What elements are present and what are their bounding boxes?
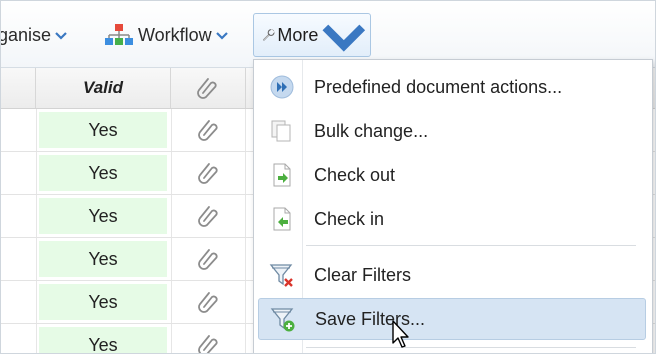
column-header-valid-label: Valid [83, 78, 123, 97]
paperclip-icon [197, 292, 218, 313]
paperclip-icon [197, 206, 218, 227]
paperclip-icon [197, 335, 218, 353]
workflow-icon [105, 24, 133, 45]
attachment-cell[interactable] [171, 152, 246, 194]
paperclip-icon [197, 78, 217, 99]
workflow-menu-button[interactable]: Workflow [104, 21, 229, 49]
save-filter-icon [270, 308, 295, 332]
valid-cell: Yes [39, 112, 167, 148]
row-selector[interactable] [1, 238, 37, 280]
paperclip-icon [197, 249, 218, 270]
menu-divider [306, 245, 636, 246]
more-dropdown-menu: Predefined document actions... Bulk chan… [253, 59, 653, 353]
more-label: More [277, 24, 319, 45]
valid-cell: Yes [39, 284, 167, 320]
menu-item-predefined-document-actions[interactable]: Predefined document actions... [258, 66, 646, 108]
attachment-cell[interactable] [171, 109, 246, 151]
menu-item-bulk-change[interactable]: Bulk change... [258, 110, 646, 152]
row-selector[interactable] [1, 195, 37, 237]
chevron-down-icon [55, 32, 67, 40]
copy-pages-icon [271, 120, 291, 142]
check-out-document-icon [273, 163, 291, 187]
menu-item-check-out[interactable]: Check out [258, 154, 646, 196]
mouse-pointer-icon [392, 320, 409, 348]
toolbar: ganise Workflow More [1, 1, 655, 68]
workflow-label: Workflow [138, 24, 212, 45]
menu-item-label: Check out [314, 164, 396, 185]
menu-item-label: Check in [314, 208, 385, 229]
app-frame: ganise Workflow More Valid Yes Yes Yes Y… [0, 0, 656, 354]
clear-filter-icon [269, 264, 293, 287]
organise-label: ganise [0, 24, 52, 45]
wrench-icon [263, 29, 275, 41]
attachment-cell[interactable] [171, 195, 246, 237]
menu-item-clear-filters[interactable]: Clear Filters [258, 254, 646, 296]
menu-item-label: Clear Filters [314, 264, 412, 285]
attachment-cell[interactable] [171, 238, 246, 280]
column-header-valid[interactable]: Valid [36, 68, 171, 108]
paperclip-icon [197, 163, 218, 184]
menu-item-label: Predefined document actions... [314, 76, 563, 97]
paperclip-icon [197, 120, 218, 141]
menu-item-check-in[interactable]: Check in [258, 198, 646, 240]
valid-cell: Yes [39, 241, 167, 277]
row-selector[interactable] [1, 109, 37, 151]
column-header-attachment[interactable] [171, 68, 246, 108]
menu-item-save-filters[interactable]: Save Filters... [258, 298, 646, 340]
column-header-blank[interactable] [1, 68, 36, 108]
organise-menu-button[interactable]: ganise [0, 21, 68, 49]
attachment-cell[interactable] [171, 324, 246, 353]
menu-divider [306, 347, 636, 348]
row-selector[interactable] [1, 152, 37, 194]
attachment-cell[interactable] [171, 281, 246, 323]
play-circle-icon [270, 75, 294, 99]
chevron-down-icon [215, 32, 228, 40]
chevron-down-icon [322, 24, 366, 52]
row-selector[interactable] [1, 324, 37, 353]
valid-cell: Yes [39, 155, 167, 191]
more-menu-button[interactable]: More [253, 13, 371, 57]
menu-item-label: Bulk change... [314, 120, 429, 141]
row-selector[interactable] [1, 281, 37, 323]
valid-cell: Yes [39, 198, 167, 234]
check-in-document-icon [273, 207, 291, 231]
valid-cell: Yes [39, 327, 167, 353]
